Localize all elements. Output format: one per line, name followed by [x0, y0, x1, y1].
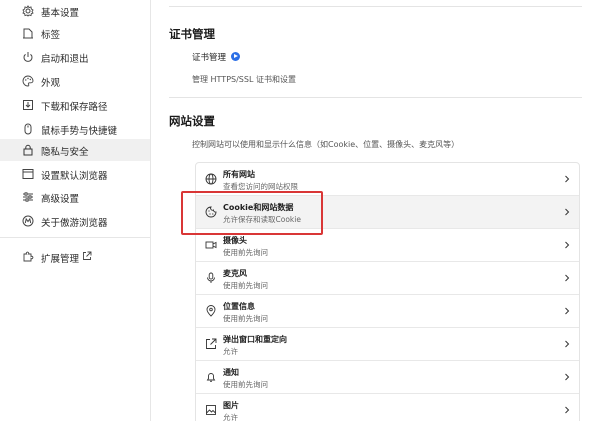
chevron-right-icon [563, 340, 571, 348]
sidebar: 基本设置 标签 启动和退出 外观 下载和保存路径 鼠标手势与快捷键 隐私与安全 … [0, 0, 151, 421]
site-row-title: Cookie和网站数据 [223, 203, 294, 212]
mouse-icon [22, 123, 34, 135]
browser-icon [22, 168, 34, 180]
site-row-desc: 允许保存和读取Cookie [223, 215, 301, 224]
settings-content: 证书管理 证书管理 管理 HTTPS/SSL 证书和设置 网站设置 控制网站可以… [151, 0, 600, 421]
palette-icon [22, 75, 34, 87]
sidebar-item-label: 隐私与安全 [41, 147, 89, 158]
sidebar-item-label: 扩展管理 [41, 254, 80, 265]
lock-icon [22, 144, 34, 156]
sidebar-item-startup[interactable]: 启动和退出 [0, 46, 150, 68]
sidebar-item-extensions[interactable]: 扩展管理 [0, 246, 150, 268]
sidebar-item-default-browser[interactable]: 设置默认浏览器 [0, 163, 150, 185]
chevron-right-icon [563, 373, 571, 381]
sidebar-item-mouse-gestures[interactable]: 鼠标手势与快捷键 [0, 118, 150, 140]
site-row-title: 弹出窗口和重定向 [223, 335, 287, 344]
puzzle-icon [22, 251, 34, 263]
site-row-desc: 允许 [223, 413, 238, 421]
site-row-popups[interactable]: 弹出窗口和重定向 允许 [196, 328, 579, 361]
chevron-right-icon [563, 307, 571, 315]
chevron-right-icon [563, 175, 571, 183]
sidebar-item-label: 关于傲游浏览器 [41, 218, 108, 229]
sliders-icon [22, 191, 34, 203]
sidebar-item-label: 启动和退出 [41, 54, 89, 65]
site-row-desc: 使用前先询问 [223, 380, 268, 389]
chevron-right-icon [563, 406, 571, 414]
chevron-right-icon [563, 208, 571, 216]
site-row-all-sites[interactable]: 所有网站 查看您访问的网站权限 [196, 163, 579, 196]
sidebar-item-label: 高级设置 [41, 194, 80, 205]
site-row-title: 所有网站 [223, 170, 255, 179]
sidebar-item-label: 外观 [41, 78, 61, 89]
site-row-cookies[interactable]: Cookie和网站数据 允许保存和读取Cookie [196, 196, 579, 229]
site-row-desc: 查看您访问的网站权限 [223, 182, 298, 191]
site-row-desc: 使用前先询问 [223, 248, 268, 257]
sidebar-item-about[interactable]: 关于傲游浏览器 [0, 210, 150, 232]
sidebar-item-label: 设置默认浏览器 [41, 171, 108, 182]
site-row-notifications[interactable]: 通知 使用前先询问 [196, 361, 579, 394]
bell-icon [205, 371, 217, 383]
sidebar-item-label: 下载和保存路径 [41, 102, 108, 113]
site-row-desc: 使用前先询问 [223, 314, 268, 323]
chevron-right-icon [563, 274, 571, 282]
external-link-icon [82, 251, 92, 261]
tab-icon [22, 27, 34, 39]
sidebar-item-advanced[interactable]: 高级设置 [0, 186, 150, 208]
camera-icon [205, 239, 217, 251]
sidebar-item-label: 鼠标手势与快捷键 [41, 126, 118, 137]
power-icon [22, 51, 34, 63]
cert-description: 管理 HTTPS/SSL 证书和设置 [192, 75, 296, 84]
site-row-title: 通知 [223, 368, 239, 377]
site-row-location[interactable]: 位置信息 使用前先询问 [196, 295, 579, 328]
sidebar-item-appearance[interactable]: 外观 [0, 70, 150, 92]
sidebar-item-label: 基本设置 [41, 8, 80, 19]
site-settings-description: 控制网站可以使用和显示什么信息（如Cookie、位置、摄像头、麦克风等） [192, 140, 460, 149]
site-row-title: 麦克风 [223, 269, 247, 278]
image-icon [205, 404, 217, 416]
site-row-title: 图片 [223, 401, 239, 410]
site-row-title: 位置信息 [223, 302, 255, 311]
site-row-images[interactable]: 图片 允许 [196, 394, 579, 421]
sidebar-item-label: 标签 [41, 30, 61, 41]
site-row-desc: 使用前先询问 [223, 281, 268, 290]
site-settings-title: 网站设置 [169, 114, 215, 128]
popup-icon [205, 338, 217, 350]
sidebar-item-privacy-security[interactable]: 隐私与安全 [0, 139, 150, 161]
site-row-microphone[interactable]: 麦克风 使用前先询问 [196, 262, 579, 295]
sidebar-item-downloads[interactable]: 下载和保存路径 [0, 94, 150, 116]
cert-section-title: 证书管理 [169, 27, 215, 41]
divider [169, 6, 582, 7]
globe-icon [205, 173, 217, 185]
download-icon [22, 99, 34, 111]
site-settings-list: 所有网站 查看您访问的网站权限 Cookie和网站数据 允许保存和读取Cooki… [195, 162, 580, 421]
cookie-icon [205, 206, 217, 218]
sidebar-item-basic[interactable]: 基本设置 [0, 0, 150, 22]
settings-window: 基本设置 标签 启动和退出 外观 下载和保存路径 鼠标手势与快捷键 隐私与安全 … [0, 0, 600, 421]
maxthon-icon [22, 215, 34, 227]
sidebar-divider [0, 237, 150, 238]
divider [169, 97, 582, 98]
cert-manage-link[interactable]: 证书管理 [192, 51, 226, 63]
sidebar-item-tabs[interactable]: 标签 [0, 22, 150, 44]
site-row-camera[interactable]: 摄像头 使用前先询问 [196, 229, 579, 262]
location-icon [205, 305, 217, 317]
open-icon[interactable] [231, 52, 240, 61]
chevron-right-icon [563, 241, 571, 249]
site-row-desc: 允许 [223, 347, 238, 356]
microphone-icon [205, 272, 217, 284]
site-row-title: 摄像头 [223, 236, 247, 245]
gear-icon [22, 5, 34, 17]
